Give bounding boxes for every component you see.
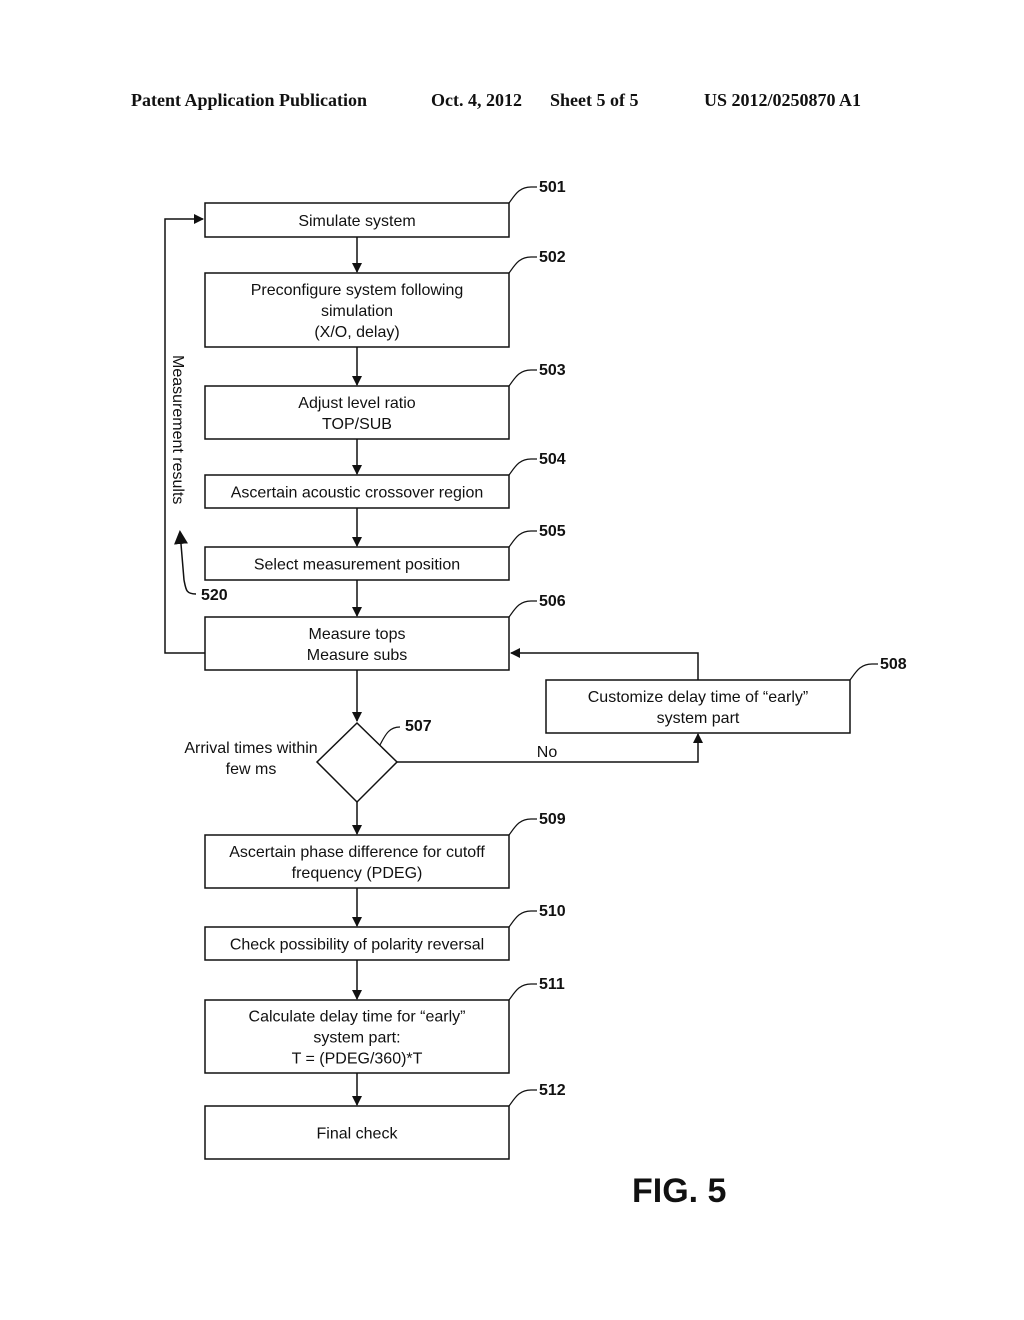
step-text-line: Check possibility of polarity reversal <box>230 937 484 954</box>
ref-507: 507 <box>405 718 432 735</box>
step-box-506: Measure tops Measure subs 506 <box>204 593 566 671</box>
step-box-512: Final check 512 <box>204 1082 566 1160</box>
flowchart: Simulate system 501 Preconfigure system fo… <box>164 179 907 1210</box>
measurement-results-label: Measurement results <box>169 355 186 504</box>
ref-number: 505 <box>539 523 566 540</box>
step-text-line: frequency (PDEG) <box>292 865 423 882</box>
step-text-line: (X/O, delay) <box>314 324 399 341</box>
step-text-line: Final check <box>317 1126 399 1143</box>
step-text-line: system part <box>657 710 740 727</box>
ref-number: 510 <box>539 903 566 920</box>
ref-number: 509 <box>539 811 566 828</box>
arrow-508-506 <box>510 648 699 680</box>
figure-label: FIG. 5 <box>632 1172 726 1210</box>
ref-leader-line <box>508 458 537 476</box>
ref-number: 512 <box>539 1082 566 1099</box>
ref-leader-line <box>508 910 537 928</box>
step-box-502: Preconfigure system following simulation (… <box>204 249 566 348</box>
step-box-508: Customize delay time of “early” system pa… <box>545 656 907 734</box>
step-text-line: Adjust level ratio <box>298 395 415 412</box>
ref-leader-line <box>508 186 537 204</box>
step-box-509: Ascertain phase difference for cutoff fre… <box>204 811 566 889</box>
ref-leader-line <box>508 983 537 1001</box>
leader-507 <box>379 726 401 746</box>
step-box-510: Check possibility of polarity reversal 51… <box>204 903 566 961</box>
step-text-line: system part: <box>313 1030 400 1047</box>
ref-leader-line <box>508 1089 537 1107</box>
step-text-line: Simulate system <box>298 213 415 230</box>
step-text-line: T = (PDEG/360)*T <box>292 1051 423 1068</box>
step-text-line: Ascertain phase difference for cutoff <box>229 844 485 861</box>
step-text-line: Preconfigure system following <box>251 282 464 299</box>
step-box-501: Simulate system 501 <box>204 179 566 238</box>
step-box-503: Adjust level ratio TOP/SUB 503 <box>204 362 566 440</box>
step-text-line: Calculate delay time for “early” <box>249 1009 466 1026</box>
step-box-505: Select measurement position 505 <box>204 523 566 581</box>
decision-diamond <box>315 721 399 804</box>
step-text-line: TOP/SUB <box>322 416 392 433</box>
step-text-line: Select measurement position <box>254 557 460 574</box>
ref-number: 504 <box>539 451 566 468</box>
decision-label-line-2: few ms <box>226 761 277 778</box>
step-text-line: simulation <box>321 303 393 320</box>
ref-leader-line <box>508 369 537 387</box>
ref-number: 511 <box>539 976 565 993</box>
ref-520: 520 <box>201 587 228 604</box>
ref-number: 502 <box>539 249 566 266</box>
step-text-line: Customize delay time of “early” <box>588 689 809 706</box>
decision-label-line-1: Arrival times within <box>184 740 317 757</box>
step-text-line: Measure subs <box>307 647 408 664</box>
step-box-504: Ascertain acoustic crossover region 504 <box>204 451 566 509</box>
step-box-511: Calculate delay time for “early” system p… <box>204 976 565 1074</box>
ref-leader-line <box>508 530 537 548</box>
step-text-line: Ascertain acoustic crossover region <box>231 485 484 502</box>
ref-leader-line <box>508 256 537 274</box>
no-label: No <box>537 744 558 761</box>
ref-number: 508 <box>880 656 907 673</box>
ref-number: 503 <box>539 362 566 379</box>
ref-leader-line <box>508 600 537 618</box>
ref-number: 501 <box>539 179 566 196</box>
ref-leader-line <box>508 818 537 836</box>
ref-number: 506 <box>539 593 566 610</box>
ref-leader-line <box>849 663 878 681</box>
step-text-line: Measure tops <box>309 626 406 643</box>
ref-520-pointer <box>174 530 197 595</box>
